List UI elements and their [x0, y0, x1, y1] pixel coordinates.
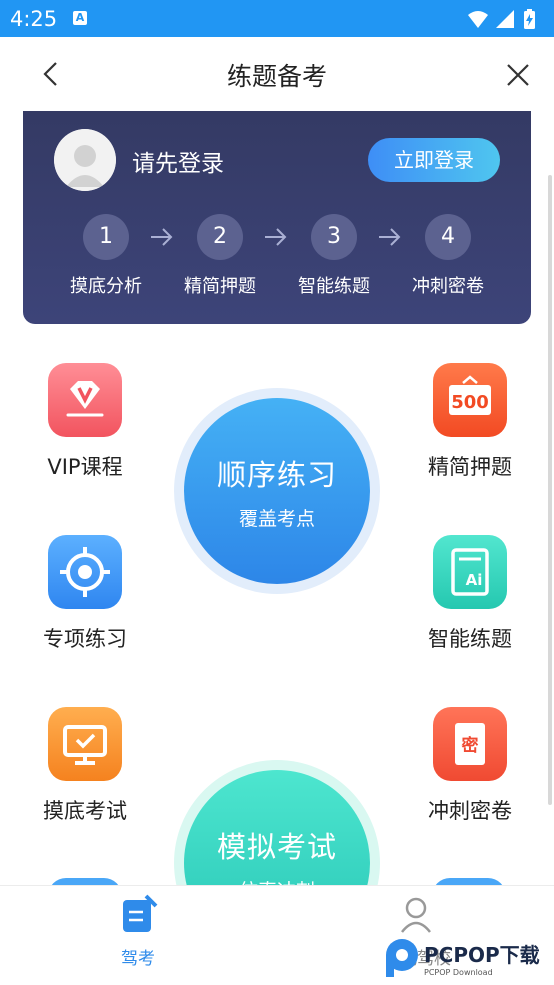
tab-driving-test[interactable]: 驾考	[108, 894, 170, 974]
grid-item-vip[interactable]: VIP课程	[20, 363, 150, 481]
login-card: 请先登录 立即登录 1 2 3 4 摸底分析 精简押题 智能练题 冲刺密卷	[23, 111, 531, 324]
ai-document-icon: Ai	[433, 535, 507, 609]
grid-item-smart-practice[interactable]: Ai 智能练题	[405, 535, 535, 653]
sequential-practice-subtitle: 覆盖考点	[238, 508, 315, 530]
diamond-v-icon	[48, 363, 122, 437]
grid-item-refined-questions[interactable]: 500 精简押题	[405, 363, 535, 481]
watermark-logo: PCPOP下载 PCPOP Download	[384, 930, 554, 980]
scrollbar[interactable]	[548, 175, 552, 805]
status-bar: 4:25 A	[0, 0, 554, 37]
wifi-icon	[468, 11, 488, 28]
grid-badge-500: 500	[451, 392, 489, 413]
grid-item-sprint-papers[interactable]: 密 冲刺密卷	[405, 707, 535, 825]
arrow-right-icon	[263, 225, 289, 249]
arrow-right-icon	[377, 225, 403, 249]
step-label: 冲刺密卷	[412, 276, 484, 297]
500-board-icon: 500	[433, 363, 507, 437]
notification-icon: A	[73, 11, 87, 25]
page-title: 练题备考	[226, 62, 327, 91]
grid-label: 冲刺密卷	[428, 799, 512, 823]
grid-label: 精简押题	[428, 455, 512, 479]
grid-label: 摸底考试	[43, 799, 127, 823]
sequential-practice-title: 顺序练习	[216, 458, 337, 492]
step-label: 摸底分析	[70, 276, 142, 297]
header: 练题备考	[0, 37, 554, 111]
watermark-text: PCPOP下载	[424, 943, 540, 967]
grid-badge-mi: 密	[462, 735, 479, 756]
grid-label: 专项练习	[43, 627, 127, 651]
grid-badge-ai: Ai	[466, 571, 483, 589]
step-label: 智能练题	[298, 276, 370, 297]
step-circle: 4	[425, 214, 471, 260]
arrow-right-icon	[149, 225, 175, 249]
step-circle: 2	[197, 214, 243, 260]
battery-icon	[524, 9, 535, 29]
status-time: 4:25	[10, 7, 58, 31]
secret-paper-icon: 密	[433, 707, 507, 781]
step-circle: 3	[311, 214, 357, 260]
monitor-check-icon	[48, 707, 122, 781]
signal-icon	[496, 10, 514, 28]
default-avatar-icon	[54, 129, 116, 191]
exam-pen-icon	[123, 894, 158, 932]
close-icon	[507, 64, 529, 86]
avatar[interactable]	[54, 129, 116, 191]
grid-item-mock-test[interactable]: 摸底考试	[20, 707, 150, 825]
login-button[interactable]: 立即登录	[368, 138, 500, 182]
tab-label: 驾考	[121, 949, 155, 969]
grid-label: VIP课程	[47, 455, 123, 479]
mock-exam-title: 模拟考试	[216, 830, 337, 864]
target-icon	[48, 535, 122, 609]
step-circle: 1	[83, 214, 129, 260]
grid-item-special-practice[interactable]: 专项练习	[20, 535, 150, 653]
sequential-practice-button[interactable]: 顺序练习 覆盖考点	[184, 398, 370, 584]
step-label: 精简押题	[184, 276, 256, 297]
watermark-subtext: PCPOP Download	[424, 968, 493, 977]
status-icons	[466, 8, 546, 34]
login-prompt[interactable]: 请先登录	[132, 144, 224, 178]
grid-label: 智能练题	[428, 627, 512, 651]
close-button[interactable]	[504, 61, 532, 89]
